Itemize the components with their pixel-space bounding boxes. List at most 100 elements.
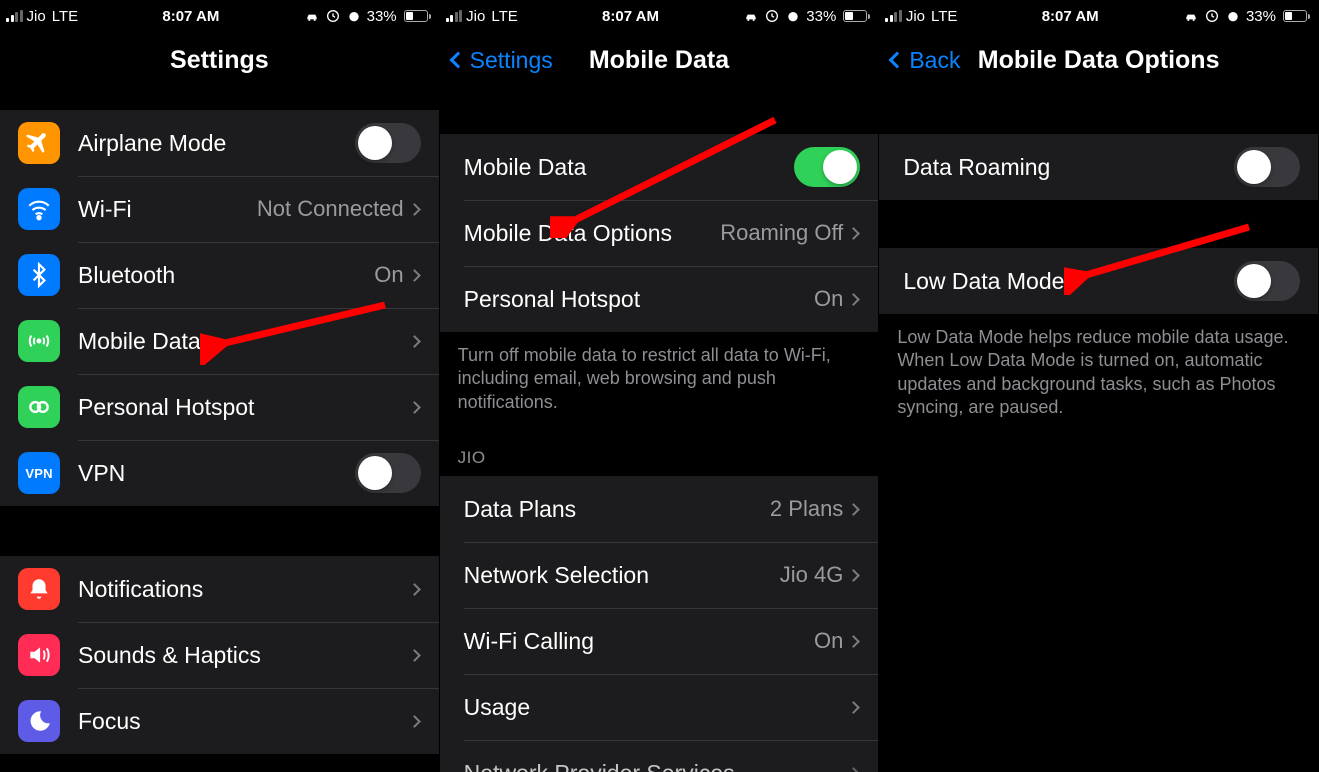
battery-icon bbox=[402, 10, 431, 22]
chevron-right-icon bbox=[408, 269, 421, 282]
status-time: 8:07 AM bbox=[162, 8, 219, 25]
nav-header: Settings bbox=[0, 32, 439, 88]
row-label: VPN bbox=[78, 460, 355, 487]
back-button[interactable]: Back bbox=[887, 47, 960, 74]
row-label: Airplane Mode bbox=[78, 130, 355, 157]
nav-header: Settings Mobile Data bbox=[440, 32, 879, 88]
row-value: On bbox=[814, 286, 843, 312]
row-label: Mobile Data bbox=[78, 328, 410, 355]
back-label: Back bbox=[909, 47, 960, 74]
chevron-right-icon bbox=[408, 203, 421, 216]
row-network-selection[interactable]: Network Selection Jio 4G bbox=[440, 542, 879, 608]
row-notifications[interactable]: Notifications bbox=[0, 556, 439, 622]
row-usage[interactable]: Usage bbox=[440, 674, 879, 740]
row-label: Personal Hotspot bbox=[464, 286, 814, 313]
orientation-lock-icon bbox=[1204, 8, 1220, 24]
row-wifi-calling[interactable]: Wi-Fi Calling On bbox=[440, 608, 879, 674]
row-focus[interactable]: Focus bbox=[0, 688, 439, 754]
antenna-icon bbox=[18, 320, 60, 362]
bluetooth-icon bbox=[18, 254, 60, 296]
row-label: Personal Hotspot bbox=[78, 394, 410, 421]
battery-icon bbox=[841, 10, 870, 22]
row-value: Not Connected bbox=[257, 196, 404, 222]
status-time: 8:07 AM bbox=[1042, 8, 1099, 25]
row-label: Mobile Data Options bbox=[464, 220, 721, 247]
vpn-toggle[interactable] bbox=[355, 453, 421, 493]
row-label: Wi-Fi bbox=[78, 196, 257, 223]
row-mobile-data[interactable]: Mobile Data bbox=[0, 308, 439, 374]
carrier-label: Jio bbox=[906, 8, 925, 25]
row-bluetooth[interactable]: Bluetooth On bbox=[0, 242, 439, 308]
row-personal-hotspot[interactable]: Personal Hotspot bbox=[0, 374, 439, 440]
wifi-icon bbox=[18, 188, 60, 230]
speaker-icon bbox=[18, 634, 60, 676]
bell-icon bbox=[18, 568, 60, 610]
row-data-plans[interactable]: Data Plans 2 Plans bbox=[440, 476, 879, 542]
hotspot-icon bbox=[18, 386, 60, 428]
page-title: Settings bbox=[170, 46, 269, 75]
chevron-right-icon bbox=[408, 715, 421, 728]
network-label: LTE bbox=[491, 8, 517, 25]
data-roaming-toggle[interactable] bbox=[1234, 147, 1300, 187]
chevron-right-icon bbox=[847, 701, 860, 714]
battery-percentage: 33% bbox=[367, 8, 397, 25]
status-bar: Jio LTE 8:07 AM 33% bbox=[0, 0, 439, 32]
chevron-right-icon bbox=[408, 335, 421, 348]
row-label: Low Data Mode bbox=[903, 268, 1234, 295]
row-label: Network Provider Services bbox=[464, 760, 850, 772]
row-personal-hotspot[interactable]: Personal Hotspot On bbox=[440, 266, 879, 332]
row-value: On bbox=[374, 262, 403, 288]
carplay-icon bbox=[304, 8, 320, 24]
moon-icon bbox=[18, 700, 60, 742]
network-label: LTE bbox=[52, 8, 78, 25]
row-data-roaming[interactable]: Data Roaming bbox=[879, 134, 1318, 200]
row-sounds-haptics[interactable]: Sounds & Haptics bbox=[0, 622, 439, 688]
chevron-right-icon bbox=[847, 227, 860, 240]
page-title: Mobile Data bbox=[589, 46, 729, 75]
chevron-back-icon bbox=[889, 52, 906, 69]
row-mobile-data-options[interactable]: Mobile Data Options Roaming Off bbox=[440, 200, 879, 266]
airplane-toggle[interactable] bbox=[355, 123, 421, 163]
row-airplane-mode[interactable]: Airplane Mode bbox=[0, 110, 439, 176]
row-low-data-mode[interactable]: Low Data Mode bbox=[879, 248, 1318, 314]
mobile-data-screen: Jio LTE 8:07 AM 33% Settings Mobile Data… bbox=[440, 0, 880, 772]
row-mobile-data-toggle[interactable]: Mobile Data bbox=[440, 134, 879, 200]
chevron-right-icon bbox=[847, 503, 860, 516]
carrier-label: Jio bbox=[466, 8, 485, 25]
chevron-right-icon bbox=[408, 649, 421, 662]
status-time: 8:07 AM bbox=[602, 8, 659, 25]
chevron-right-icon bbox=[847, 635, 860, 648]
row-label: Sounds & Haptics bbox=[78, 642, 410, 669]
row-value: On bbox=[814, 628, 843, 654]
page-title: Mobile Data Options bbox=[978, 46, 1220, 75]
settings-screen: Jio LTE 8:07 AM 33% Settings Airplane Mo… bbox=[0, 0, 440, 772]
row-vpn[interactable]: VPN VPN bbox=[0, 440, 439, 506]
chevron-right-icon bbox=[847, 293, 860, 306]
low-data-mode-toggle[interactable] bbox=[1234, 261, 1300, 301]
vpn-icon: VPN bbox=[18, 452, 60, 494]
chevron-back-icon bbox=[449, 52, 466, 69]
carplay-icon bbox=[1183, 8, 1199, 24]
back-button[interactable]: Settings bbox=[448, 47, 553, 74]
alarm-icon bbox=[1225, 8, 1241, 24]
row-wifi[interactable]: Wi-Fi Not Connected bbox=[0, 176, 439, 242]
chevron-right-icon bbox=[408, 401, 421, 414]
chevron-right-icon bbox=[847, 767, 860, 772]
signal-icon bbox=[885, 10, 902, 22]
chevron-right-icon bbox=[408, 583, 421, 596]
row-value: 2 Plans bbox=[770, 496, 843, 522]
carplay-icon bbox=[743, 8, 759, 24]
row-label: Data Roaming bbox=[903, 154, 1234, 181]
footer-text: Low Data Mode helps reduce mobile data u… bbox=[879, 314, 1318, 428]
row-label: Data Plans bbox=[464, 496, 770, 523]
status-bar: Jio LTE 8:07 AM 33% bbox=[879, 0, 1318, 32]
back-label: Settings bbox=[470, 47, 553, 74]
row-network-provider[interactable]: Network Provider Services bbox=[440, 740, 879, 772]
alarm-icon bbox=[785, 8, 801, 24]
battery-percentage: 33% bbox=[806, 8, 836, 25]
mobile-data-toggle[interactable] bbox=[794, 147, 860, 187]
row-label: Notifications bbox=[78, 576, 410, 603]
status-bar: Jio LTE 8:07 AM 33% bbox=[440, 0, 879, 32]
row-value: Jio 4G bbox=[780, 562, 844, 588]
airplane-icon bbox=[18, 122, 60, 164]
